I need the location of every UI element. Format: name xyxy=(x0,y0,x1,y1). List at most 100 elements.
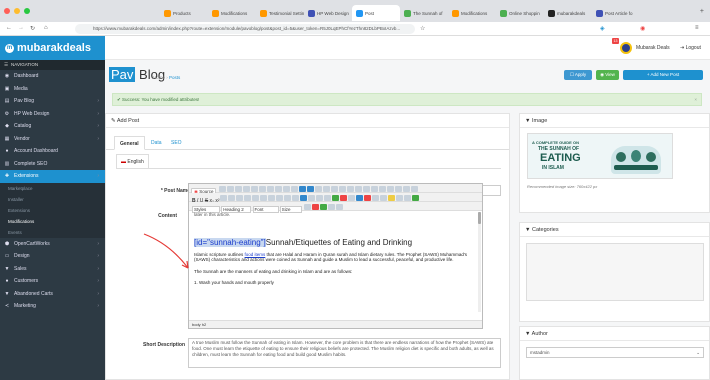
tab-general[interactable]: General xyxy=(114,136,145,150)
link-icon[interactable] xyxy=(332,194,340,201)
close-window-icon[interactable] xyxy=(4,8,10,14)
form-icon[interactable] xyxy=(346,185,354,192)
select-icon[interactable] xyxy=(386,185,394,192)
remove-format-icon[interactable] xyxy=(220,194,228,201)
browser-tab[interactable]: Modifications xyxy=(448,5,496,21)
new-tab-icon[interactable]: + xyxy=(700,8,704,15)
editor-scrollbar[interactable] xyxy=(478,212,481,312)
url-field[interactable]: https://www.mubarakdeals.com/admin/index… xyxy=(75,24,415,34)
sidebar-item-pav-blog[interactable]: ▤ Pav Blog › xyxy=(0,95,105,108)
close-icon[interactable]: × xyxy=(694,94,697,105)
horizontal-line-icon[interactable] xyxy=(380,194,388,201)
bullet-list-icon[interactable] xyxy=(236,194,244,201)
print-icon[interactable] xyxy=(242,185,250,192)
iframe-icon[interactable] xyxy=(412,194,420,201)
rtl-icon[interactable] xyxy=(316,194,324,201)
undo-icon[interactable] xyxy=(298,185,306,192)
browser-tab[interactable]: Online Shoppin xyxy=(496,5,544,21)
sidebar-item-sales[interactable]: ▼ Sales › xyxy=(0,263,105,276)
radio-icon[interactable] xyxy=(362,185,370,192)
browser-tab[interactable]: Testimonial Setting xyxy=(256,5,304,21)
forward-icon[interactable]: → xyxy=(18,25,24,31)
sidebar-item-catalog[interactable]: ◆ Catalog › xyxy=(0,120,105,133)
spellcheck-icon[interactable] xyxy=(338,185,346,192)
text-color-icon[interactable] xyxy=(303,203,311,210)
sidebar-item-dashboard[interactable]: ◉ Dashboard xyxy=(0,70,105,83)
ltr-icon[interactable] xyxy=(308,194,316,201)
unlink-icon[interactable] xyxy=(340,194,348,201)
extension-icon[interactable]: ◈ xyxy=(600,25,605,32)
sidebar-item-marketing[interactable]: ≺ Marketing › xyxy=(0,300,105,313)
tab-seo[interactable]: SEO xyxy=(171,136,182,150)
home-icon[interactable]: ⌂ xyxy=(44,25,48,31)
paste-text-icon[interactable] xyxy=(282,185,290,192)
add-new-post-button[interactable]: + Add New Post xyxy=(623,70,703,80)
browser-tab[interactable]: Post xyxy=(352,5,400,21)
smiley-icon[interactable] xyxy=(388,194,396,201)
browser-tab[interactable]: Modifications xyxy=(208,5,256,21)
hidden-field-icon[interactable] xyxy=(410,185,418,192)
bookmark-star-icon[interactable]: ☆ xyxy=(420,25,425,32)
notification-badge[interactable]: 13 xyxy=(612,38,619,44)
justify-icon[interactable] xyxy=(300,194,308,201)
about-icon[interactable] xyxy=(335,203,343,210)
paste-word-icon[interactable] xyxy=(290,185,298,192)
save-icon[interactable] xyxy=(218,185,226,192)
editor-body[interactable]: later in this article. [id="sunnah-eatin… xyxy=(189,211,482,321)
user-menu[interactable]: Mubarak Deals xyxy=(636,45,670,51)
language-icon[interactable] xyxy=(324,194,332,201)
browser-tab[interactable]: The Sunnah of xyxy=(400,5,448,21)
short-description-textarea[interactable]: A true Muslim must follow the Sunnah of … xyxy=(188,338,501,368)
table-icon[interactable] xyxy=(372,194,380,201)
sidebar-item-hp-web-design[interactable]: ⚙ HP Web Design › xyxy=(0,108,105,121)
extension-icon[interactable]: ◉ xyxy=(640,25,645,32)
select-all-icon[interactable] xyxy=(330,185,338,192)
special-char-icon[interactable] xyxy=(396,194,404,201)
reload-icon[interactable]: ↻ xyxy=(30,25,35,32)
browser-tab[interactable]: mubarakdeals xyxy=(544,5,592,21)
copy-icon[interactable] xyxy=(266,185,274,192)
logout-link[interactable]: ⇥ Logout xyxy=(680,45,701,51)
submenu-item[interactable]: Extensions xyxy=(0,204,105,216)
replace-icon[interactable] xyxy=(322,185,330,192)
sidebar-item-vendor[interactable]: ▦ Vendor › xyxy=(0,133,105,146)
image-icon[interactable] xyxy=(356,194,364,201)
checkbox-icon[interactable] xyxy=(354,185,362,192)
minimize-window-icon[interactable] xyxy=(14,8,20,14)
sidebar-item-opencartworks[interactable]: ⬢ OpenCartWorks › xyxy=(0,238,105,251)
site-logo[interactable]: m mubarakdeals xyxy=(0,36,105,60)
align-left-icon[interactable] xyxy=(276,194,284,201)
sidebar-item-media[interactable]: ▣ Media xyxy=(0,83,105,96)
submenu-item[interactable]: Events xyxy=(0,226,105,238)
sidebar-item-account-dashboard[interactable]: ● Account Dashboard xyxy=(0,145,105,158)
textarea-icon[interactable] xyxy=(378,185,386,192)
button-icon[interactable] xyxy=(394,185,402,192)
bg-color-icon[interactable] xyxy=(311,203,319,210)
post-image-thumbnail[interactable]: A COMPLETE GUIDE ON THE SUNNAH OF EATING… xyxy=(527,133,673,179)
div-icon[interactable] xyxy=(268,194,276,201)
sidebar-item-abandoned-carts[interactable]: ▼ Abandoned Carts › xyxy=(0,288,105,301)
editor-p1-link[interactable]: food items xyxy=(245,252,266,257)
breadcrumb-posts[interactable]: Posts xyxy=(169,75,180,80)
page-break-icon[interactable] xyxy=(404,194,412,201)
cut-icon[interactable] xyxy=(258,185,266,192)
align-right-icon[interactable] xyxy=(292,194,300,201)
redo-icon[interactable] xyxy=(306,185,314,192)
tab-data[interactable]: Data xyxy=(151,136,162,150)
textfield-icon[interactable] xyxy=(370,185,378,192)
template-icon[interactable] xyxy=(250,185,258,192)
sidebar-item-customers[interactable]: ● Customers › xyxy=(0,275,105,288)
submenu-item[interactable]: Modifications xyxy=(0,215,105,227)
breadcrumb-home[interactable]: Home xyxy=(153,75,165,80)
browser-tab[interactable]: Products xyxy=(160,5,208,21)
preview-icon[interactable] xyxy=(234,185,242,192)
menu-icon[interactable]: ≡ xyxy=(695,25,699,31)
sidebar-item-design[interactable]: ▭ Design › xyxy=(0,250,105,263)
back-icon[interactable]: ← xyxy=(6,25,12,31)
flash-icon[interactable] xyxy=(364,194,372,201)
image-button-icon[interactable] xyxy=(402,185,410,192)
view-button[interactable]: ◉ View xyxy=(596,70,619,80)
new-page-icon[interactable] xyxy=(226,185,234,192)
categories-list[interactable] xyxy=(526,243,704,301)
blockquote-icon[interactable] xyxy=(260,194,268,201)
